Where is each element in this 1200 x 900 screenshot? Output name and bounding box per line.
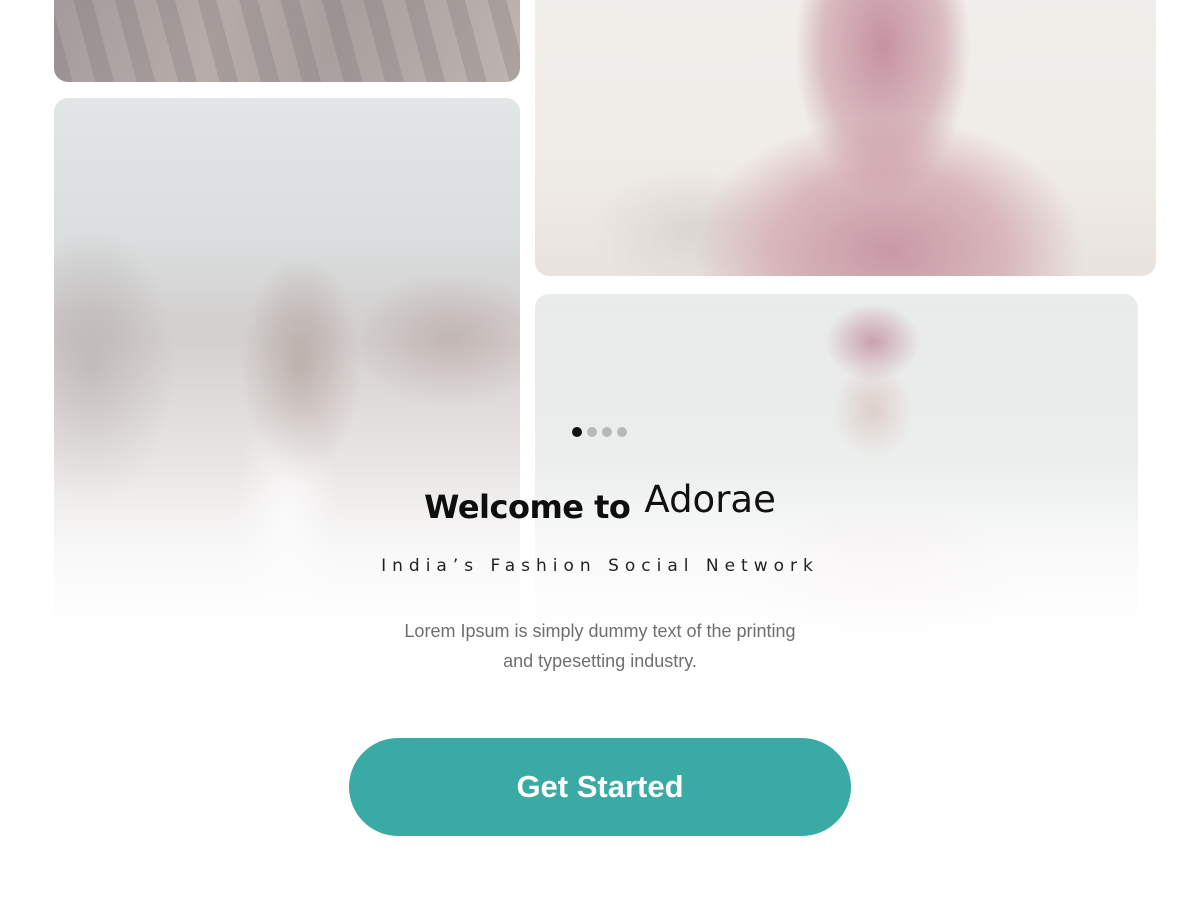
get-started-button[interactable]: Get Started (349, 738, 851, 836)
description-text: Lorem Ipsum is simply dummy text of the … (404, 621, 796, 671)
carousel-dot-2[interactable] (587, 427, 597, 437)
carousel-dot-4[interactable] (617, 427, 627, 437)
onboarding-screen: Welcome to Adorae India’s Fashion Social … (0, 0, 1200, 900)
welcome-heading: Welcome to Adorae (0, 478, 1200, 527)
brand-name: Adorae (644, 478, 776, 521)
welcome-panel: Welcome to Adorae India’s Fashion Social … (0, 0, 1200, 900)
carousel-dot-3[interactable] (602, 427, 612, 437)
carousel-dot-1[interactable] (572, 427, 582, 437)
welcome-prefix: Welcome to (424, 488, 631, 526)
tagline: India’s Fashion Social Network (381, 556, 819, 576)
carousel-indicator (572, 427, 627, 437)
